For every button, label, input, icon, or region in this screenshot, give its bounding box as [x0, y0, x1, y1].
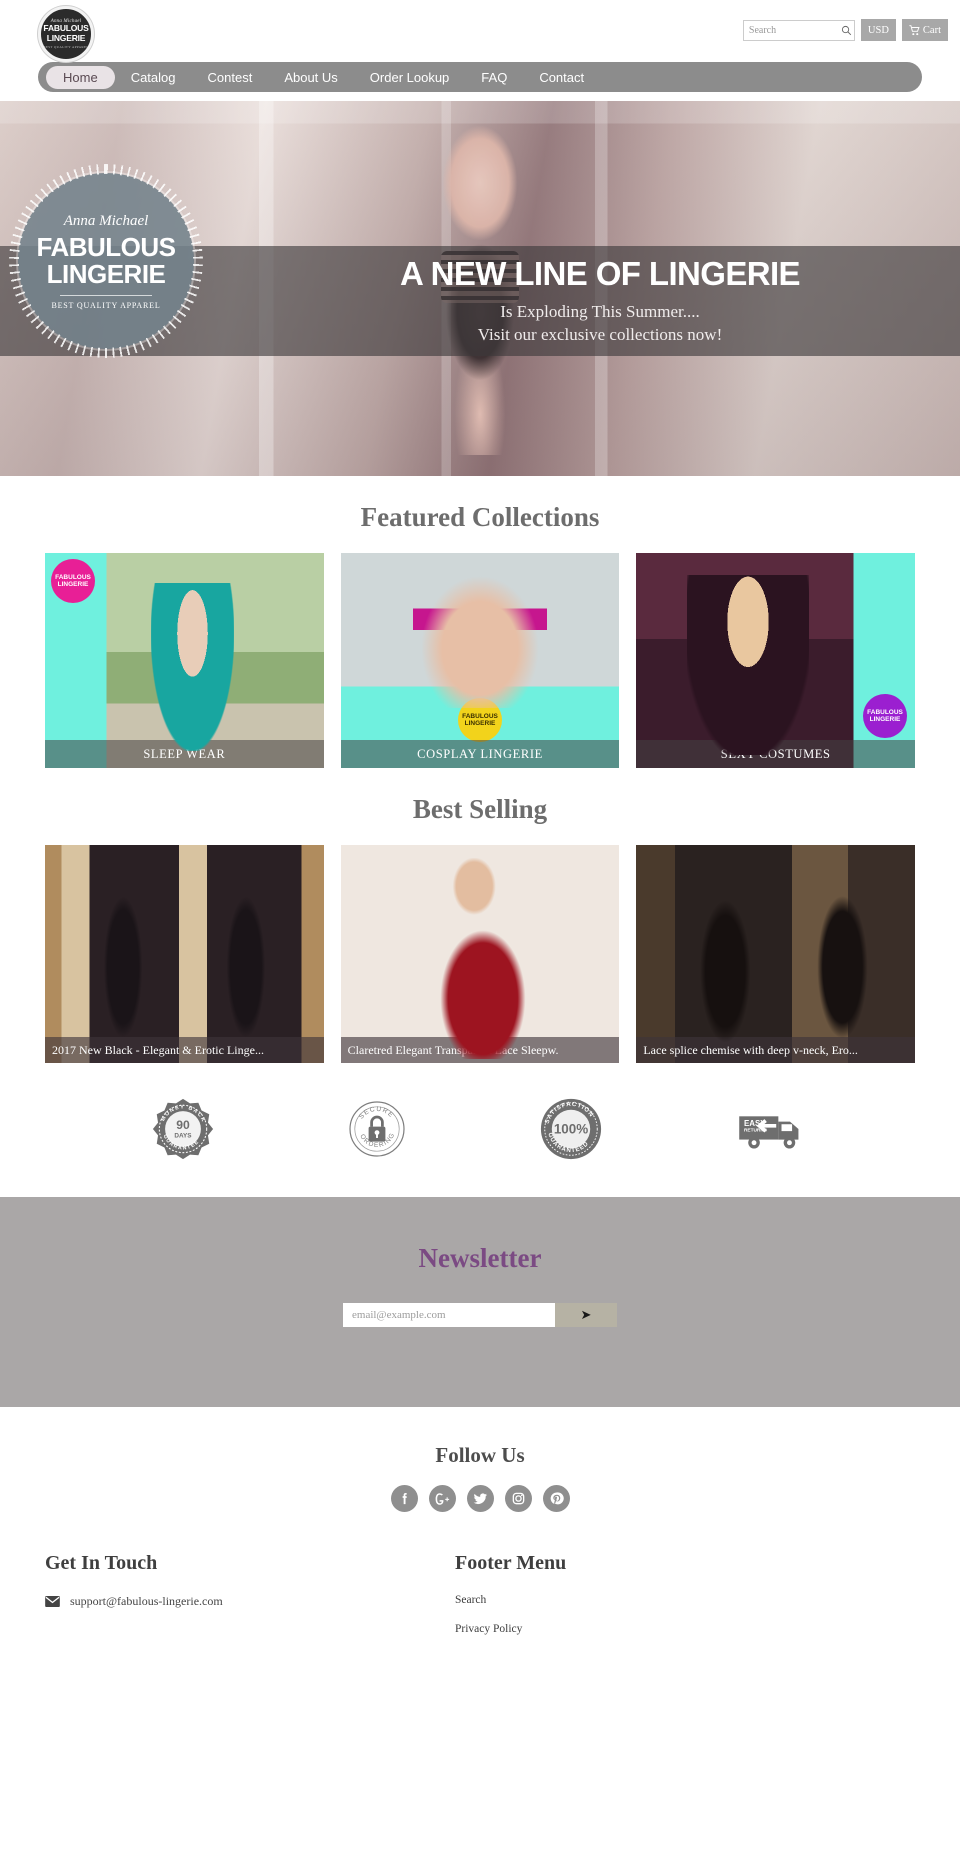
collection-card[interactable]: FABULOUS LINGERIE COSPLAY LINGERIE: [340, 553, 620, 768]
hero-badge-line-1: FABULOUS: [36, 231, 177, 262]
product-card[interactable]: 2017 New Black - Elegant & Erotic Linge.…: [45, 845, 324, 1063]
footer-contact-column: Get In Touch support@fabulous-lingerie.c…: [45, 1552, 455, 1652]
product-card[interactable]: Lace splice chemise with deep v-neck, Er…: [636, 845, 916, 1063]
google-plus-icon[interactable]: [428, 1485, 456, 1512]
logo-line-2: LINGERIE: [46, 32, 86, 43]
satisfaction-guaranteed-icon: 100% SATISFACTION GUARANTEED: [540, 1098, 602, 1160]
main-navigation-wrapper: Home Catalog Contest About Us Order Look…: [0, 62, 960, 92]
hero-brand-badge: Anna Michael FABULOUS LINGERIE BEST QUAL…: [18, 173, 194, 349]
money-back-guarantee-icon: 90 DAYS MONEY BACK GUARANTEE: [152, 1098, 214, 1160]
hero-subline-1: Is Exploding This Summer....: [500, 302, 700, 322]
easy-returns-icon: EASY RETURNS: [739, 1116, 799, 1149]
search-icon[interactable]: [841, 25, 852, 36]
cart-icon: [909, 24, 920, 35]
product-card-title: Lace splice chemise with deep v-neck, Er…: [636, 1037, 916, 1063]
hero-badge-line-2: LINGERIE: [46, 258, 166, 289]
collection-card-label: COSPLAY LINGERIE: [340, 740, 620, 768]
follow-us-title: Follow Us: [435, 1443, 525, 1467]
nav-item-contest[interactable]: Contest: [192, 67, 269, 88]
newsletter-title: Newsletter: [418, 1243, 542, 1273]
footer-link-search[interactable]: Search: [455, 1594, 915, 1606]
pinterest-icon[interactable]: [542, 1485, 570, 1512]
cart-button[interactable]: Cart: [901, 19, 948, 41]
facebook-icon[interactable]: [390, 1485, 418, 1512]
best-selling-title: Best Selling: [412, 794, 548, 824]
nav-item-catalog[interactable]: Catalog: [115, 67, 192, 88]
currency-selector[interactable]: USD: [860, 19, 896, 41]
hero-badge-tagline: BEST QUALITY APPAREL: [51, 300, 161, 310]
follow-us-section: Follow Us: [0, 1407, 960, 1512]
collection-chip-badge: FABULOUS LINGERIE: [458, 698, 502, 742]
cart-label: Cart: [922, 24, 941, 36]
nav-item-about-us[interactable]: About Us: [268, 67, 353, 88]
newsletter-email-input[interactable]: [343, 1303, 555, 1327]
get-in-touch-title: Get In Touch: [45, 1552, 158, 1574]
product-card[interactable]: Claretred Elegant Transparent Lace Sleep…: [340, 845, 620, 1063]
nav-item-home[interactable]: Home: [46, 65, 115, 89]
product-card-title: 2017 New Black - Elegant & Erotic Linge.…: [45, 1037, 324, 1063]
hero-badge-divider: [60, 294, 152, 296]
newsletter-section: Newsletter ➤: [0, 1197, 960, 1407]
site-header: Anna Michael FABULOUS LINGERIE BEST QUAL…: [0, 0, 960, 62]
product-card-title: Claretred Elegant Transparent Lace Sleep…: [340, 1037, 620, 1063]
search-input[interactable]: [748, 24, 841, 36]
nav-item-faq[interactable]: FAQ: [465, 67, 523, 88]
footer-link-privacy-policy[interactable]: Privacy Policy: [455, 1623, 915, 1635]
footer-menu-column: Footer Menu Search Privacy Policy: [455, 1552, 915, 1652]
twitter-icon[interactable]: [466, 1485, 494, 1512]
collection-chip-badge: FABULOUS LINGERIE: [51, 559, 95, 603]
footer-columns: Get In Touch support@fabulous-lingerie.c…: [0, 1512, 960, 1652]
footer-menu-title: Footer Menu: [455, 1552, 567, 1574]
logo-tagline: BEST QUALITY APPAREL: [43, 45, 89, 49]
svg-text:DAYS: DAYS: [174, 1132, 191, 1139]
svg-text:90: 90: [176, 1118, 190, 1132]
social-links: [0, 1485, 960, 1512]
main-navigation: Home Catalog Contest About Us Order Look…: [38, 62, 922, 92]
instagram-icon[interactable]: [504, 1485, 532, 1512]
collection-chip-badge: FABULOUS LINGERIE: [863, 694, 908, 738]
featured-collections-title: Featured Collections: [360, 502, 600, 532]
footer-email-row[interactable]: support@fabulous-lingerie.com: [45, 1594, 455, 1609]
hero-text-block: A NEW LINE OF LINGERIE Is Exploding This…: [260, 255, 940, 346]
newsletter-form: ➤: [343, 1303, 617, 1327]
collection-card-label: SLEEP WEAR: [45, 740, 324, 768]
newsletter-submit-button[interactable]: ➤: [555, 1303, 617, 1327]
svg-text:EASY: EASY: [744, 1119, 766, 1128]
svg-text:RETURNS: RETURNS: [744, 1128, 767, 1134]
header-actions: USD Cart: [742, 19, 948, 41]
trust-badges-row: 90 DAYS MONEY BACK GUARANTEE SECURE ORDE…: [0, 1063, 960, 1197]
search-box[interactable]: [742, 19, 855, 41]
secure-ordering-icon: SECURE ORDERING: [349, 1101, 405, 1157]
envelope-icon: [45, 1596, 60, 1607]
collection-card[interactable]: FABULOUS LINGERIE SLEEP WEAR: [45, 553, 324, 768]
hero-subline-2: Visit our exclusive collections now!: [477, 325, 723, 345]
footer-email-text: support@fabulous-lingerie.com: [70, 1594, 223, 1608]
collection-card[interactable]: FABULOUS LINGERIE SEXY COSTUMES: [636, 553, 916, 768]
best-selling-grid: 2017 New Black - Elegant & Erotic Linge.…: [0, 845, 960, 1063]
collection-card-label: SEXY COSTUMES: [636, 740, 916, 768]
nav-item-order-lookup[interactable]: Order Lookup: [354, 67, 466, 88]
hero-badge-script: Anna Michael: [63, 212, 149, 229]
hero-headline: A NEW LINE OF LINGERIE: [400, 255, 801, 292]
site-logo[interactable]: Anna Michael FABULOUS LINGERIE BEST QUAL…: [38, 6, 94, 62]
hero-banner[interactable]: Anna Michael FABULOUS LINGERIE BEST QUAL…: [0, 101, 960, 476]
nav-item-contact[interactable]: Contact: [523, 67, 600, 88]
svg-text:100%: 100%: [554, 1121, 588, 1136]
featured-collections-grid: FABULOUS LINGERIE SLEEP WEAR FABULOUS LI…: [0, 553, 960, 768]
